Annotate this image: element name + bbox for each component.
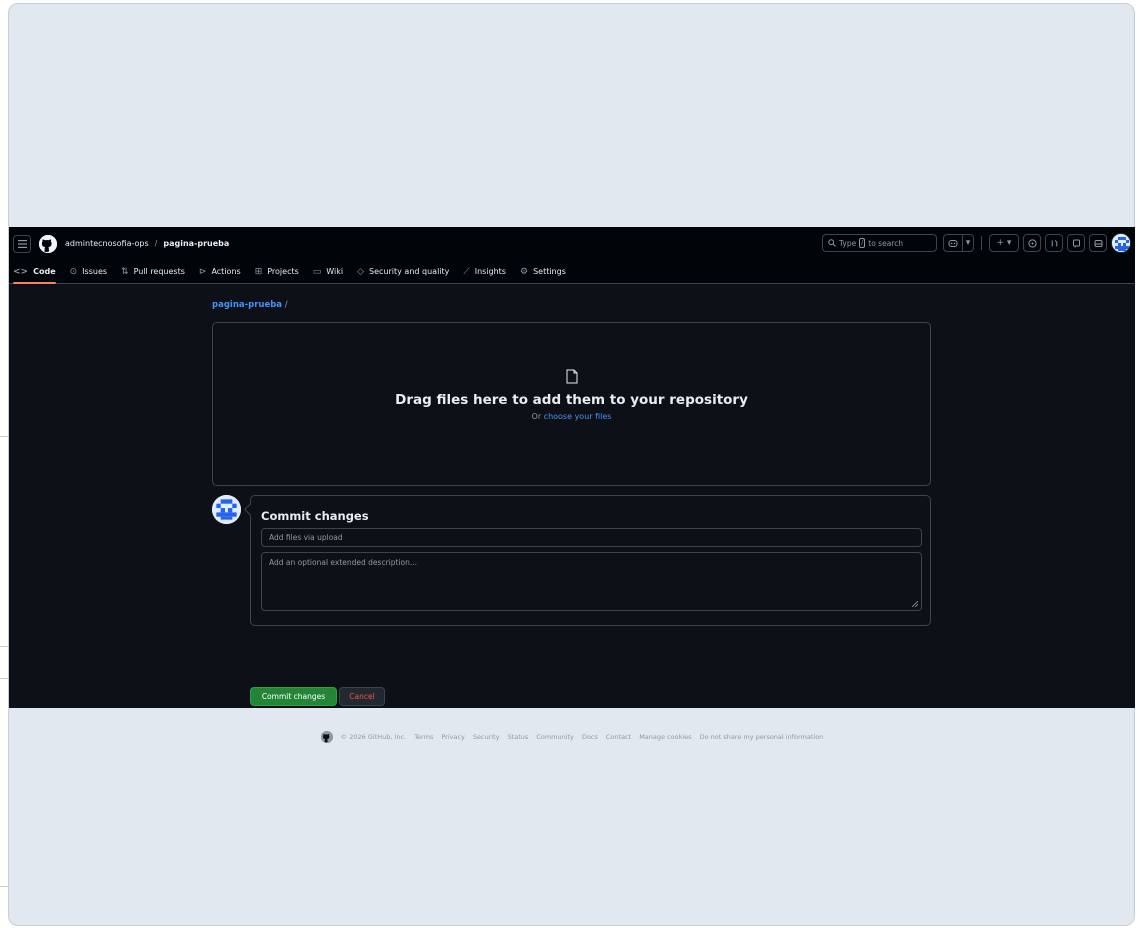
commit-summary-input[interactable] [261, 528, 922, 547]
search-suffix: to search [868, 238, 904, 248]
site-footer: © 2026 GitHub, Inc. Terms Privacy Securi… [9, 731, 1135, 743]
tab-label: Security and quality [369, 267, 450, 276]
hamburger-menu-button[interactable] [13, 234, 31, 253]
shield-icon: ◇ [357, 266, 365, 277]
table-icon: ⊞ [254, 266, 263, 277]
tab-pull-requests[interactable]: ⇅ Pull requests [121, 260, 185, 283]
footer-link-contact[interactable]: Contact [606, 733, 631, 741]
tab-issues[interactable]: ⊙ Issues [70, 260, 107, 283]
book-icon: ▭ [312, 266, 322, 277]
gear-icon: ⚙ [519, 266, 529, 277]
search-shortcut-key: / [859, 238, 866, 248]
dropzone-or-text: Or [531, 412, 542, 421]
footer-link-do-not-share[interactable]: Do not share my personal information [700, 733, 824, 741]
tab-label: Settings [533, 267, 566, 276]
repositories-button[interactable] [1067, 234, 1085, 252]
tab-security[interactable]: ◇ Security and quality [357, 260, 449, 283]
global-header: admintecnosofia-ops / pagina-prueba Type… [9, 227, 1135, 260]
git-pull-request-icon [1051, 239, 1057, 246]
tab-code[interactable]: <> Code [13, 260, 56, 284]
tab-projects[interactable]: ⊞ Projects [255, 260, 299, 283]
tab-label: Wiki [326, 267, 344, 276]
create-new-button[interactable]: + ▾ [989, 234, 1019, 252]
search-prefix: Type [839, 238, 857, 248]
file-dropzone[interactable]: Drag files here to add them to your repo… [212, 322, 931, 486]
repo-breadcrumb: admintecnosofia-ops / pagina-prueba [65, 239, 229, 248]
github-footer-logo-icon[interactable] [320, 731, 333, 743]
plus-icon[interactable]: + ▾ [990, 235, 1018, 251]
tab-actions[interactable]: ⊳ Actions [199, 260, 241, 283]
dropzone-title: Drag files here to add them to your repo… [395, 392, 748, 408]
search-icon [828, 239, 836, 247]
github-window: admintecnosofia-ops / pagina-prueba Type… [9, 227, 1135, 743]
path-repo-link[interactable]: pagina-prueba [212, 300, 282, 310]
commit-author-avatar [212, 495, 241, 524]
tab-wiki[interactable]: ▭ Wiki [313, 260, 343, 283]
cancel-button[interactable]: Cancel [339, 687, 385, 706]
commit-form: Commit changes [250, 495, 931, 626]
pull-requests-button[interactable] [1045, 234, 1063, 252]
tab-label: Insights [474, 267, 506, 276]
search-input[interactable]: Type / to search [822, 234, 937, 252]
footer-link-security[interactable]: Security [473, 733, 500, 741]
commit-form-title: Commit changes [261, 509, 369, 523]
dropzone-content: Drag files here to add them to your repo… [213, 369, 930, 421]
path-breadcrumb: pagina-prueba / [212, 300, 288, 310]
footer-link-docs[interactable]: Docs [582, 733, 598, 741]
owner-link[interactable]: admintecnosofia-ops [65, 239, 149, 248]
repo-icon [1072, 239, 1080, 247]
user-avatar[interactable] [1111, 233, 1131, 253]
tab-label: Pull requests [133, 267, 185, 276]
repo-link[interactable]: pagina-prueba [163, 239, 229, 248]
commit-changes-button[interactable]: Commit changes [250, 687, 337, 706]
hamburger-icon [17, 239, 27, 248]
code-icon: <> [13, 266, 29, 277]
inbox-icon [1094, 239, 1102, 247]
tab-label: Issues [82, 267, 108, 276]
tab-insights[interactable]: ⟋ Insights [463, 260, 506, 283]
tab-label: Code [33, 267, 56, 276]
upload-page: pagina-prueba / Drag files here to add t… [9, 284, 1135, 743]
inbox-button[interactable] [1089, 234, 1107, 252]
graph-icon: ⟋ [463, 266, 470, 277]
github-logo-icon[interactable] [39, 234, 57, 253]
issue-opened-icon: ⊙ [69, 266, 78, 277]
footer-link-terms[interactable]: Terms [414, 733, 433, 741]
footer-link-manage-cookies[interactable]: Manage cookies [639, 733, 691, 741]
copilot-icon[interactable] [944, 235, 962, 251]
resize-grip-icon[interactable] [912, 601, 918, 607]
path-separator: / [284, 300, 288, 310]
footer-copyright: © 2026 GitHub, Inc. [340, 733, 407, 741]
choose-files-link[interactable]: choose your files [544, 412, 612, 421]
commit-description-textarea[interactable] [261, 552, 922, 611]
play-icon: ⊳ [198, 266, 207, 277]
breadcrumb-separator: / [154, 239, 158, 248]
dropzone-subtitle: Or choose your files [213, 412, 930, 421]
footer-link-community[interactable]: Community [536, 733, 574, 741]
header-divider [981, 236, 982, 250]
tab-label: Actions [211, 267, 241, 276]
header-actions: Type / to search ▾ + ▾ [822, 233, 1131, 253]
tab-label: Projects [267, 267, 299, 276]
file-icon [566, 369, 577, 384]
tab-settings[interactable]: ⚙ Settings [520, 260, 566, 283]
issue-opened-icon [1027, 238, 1037, 248]
copilot-button-group[interactable]: ▾ [943, 234, 974, 252]
git-pull-request-icon: ⇅ [121, 266, 129, 277]
repo-tab-nav: <> Code ⊙ Issues ⇅ Pull requests ⊳ Actio… [9, 260, 1135, 284]
issues-button[interactable] [1023, 234, 1041, 252]
footer-link-privacy[interactable]: Privacy [441, 733, 465, 741]
chevron-down-icon[interactable]: ▾ [962, 235, 973, 251]
footer-link-status[interactable]: Status [508, 733, 529, 741]
